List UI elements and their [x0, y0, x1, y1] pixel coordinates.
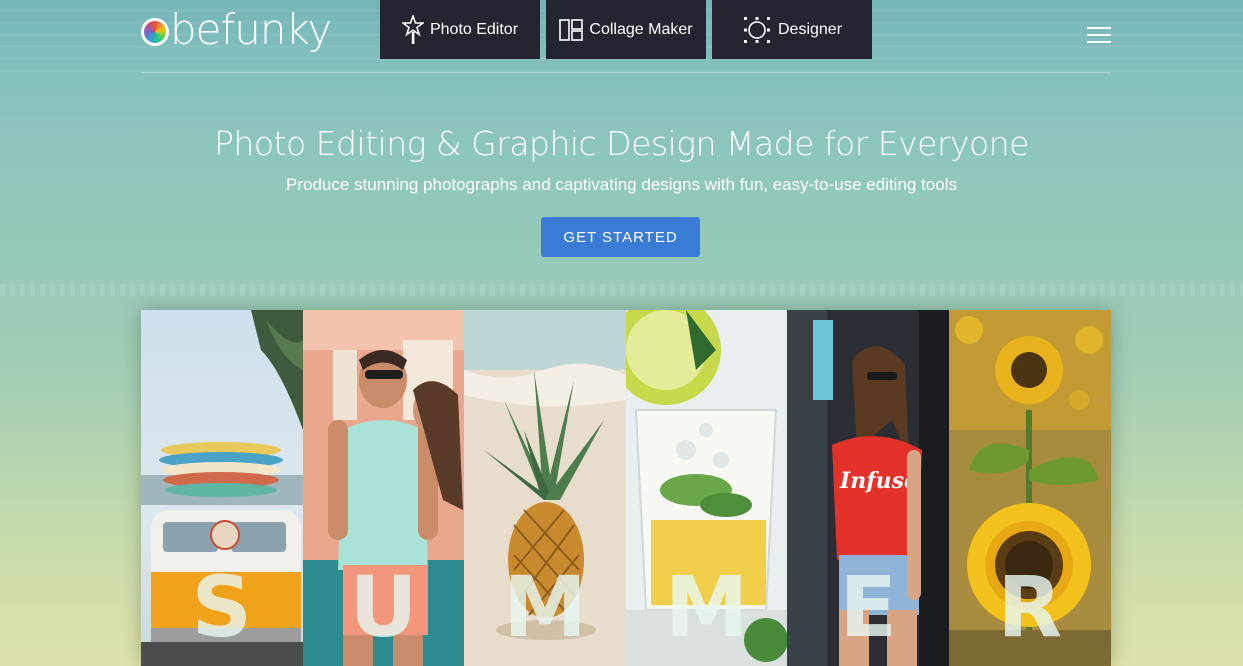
- photo-panel-drink: M: [625, 310, 788, 666]
- summer-photo-strip: S U M M Infuse E R: [141, 310, 1111, 666]
- photo-panel-woman: Infuse E: [787, 310, 949, 666]
- nav-designer-label: Designer: [777, 20, 843, 38]
- photo-panel-pineapple: M: [464, 310, 626, 666]
- nav-collage-maker-label: Collage Maker: [589, 20, 693, 38]
- photo-panel-couple: U: [302, 310, 465, 666]
- hero-title: Photo Editing & Graphic Design Made for …: [214, 124, 1029, 163]
- panel-letter: U: [349, 558, 418, 656]
- photo-panel-van: S: [141, 310, 303, 666]
- nav-designer[interactable]: Designer: [712, 0, 872, 59]
- collage-grid-icon: [559, 18, 584, 41]
- color-wheel-icon: [141, 18, 169, 46]
- wand-star-icon: [401, 14, 424, 45]
- befunky-logo[interactable]: befunky: [141, 5, 332, 54]
- hamburger-menu-icon[interactable]: [1087, 27, 1111, 44]
- panel-letter: M: [503, 558, 587, 656]
- nav-photo-editor[interactable]: Photo Editor: [380, 0, 540, 59]
- panel-letter: R: [997, 558, 1063, 656]
- photo-panel-sunflowers: R: [948, 310, 1111, 666]
- shirt-print-text: Infuse: [839, 468, 918, 494]
- hero-subtitle: Produce stunning photographs and captiva…: [286, 175, 957, 194]
- nav-collage-maker[interactable]: Collage Maker: [546, 0, 706, 59]
- designer-frame-icon: [742, 16, 772, 44]
- site-header: befunky Photo Editor Collage Maker Desig…: [141, 0, 1111, 73]
- panel-letter: S: [191, 558, 253, 656]
- panel-letter: M: [664, 558, 749, 656]
- background-dash-band: [0, 284, 1243, 296]
- get-started-button[interactable]: GET STARTED: [541, 217, 700, 257]
- panel-letter: E: [839, 558, 897, 656]
- nav-photo-editor-label: Photo Editor: [429, 20, 519, 38]
- logo-text: befunky: [170, 5, 332, 54]
